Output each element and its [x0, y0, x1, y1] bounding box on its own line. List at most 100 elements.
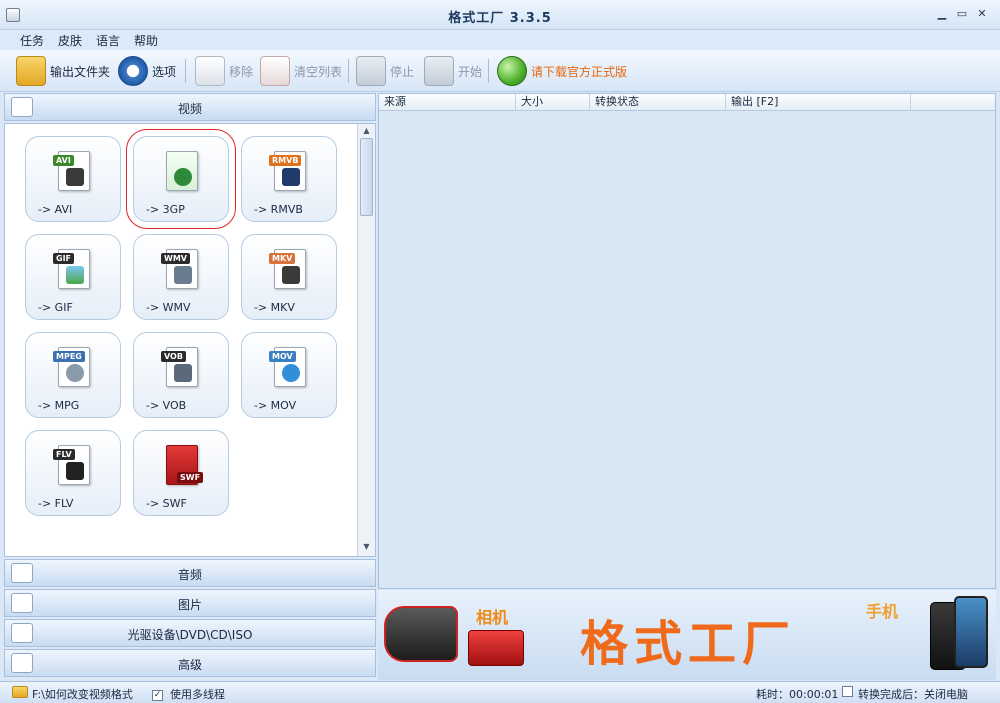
format-tile-mov[interactable]: MOV -> MOV	[241, 332, 337, 418]
category-panel: 视频 AVI -> AVI -> 3GP RMVB -> RMVB GIF ->…	[4, 93, 376, 681]
scroll-down-arrow-icon[interactable]: ▼	[359, 540, 374, 554]
task-list[interactable]: 来源 大小 转换状态 输出 [F2]	[378, 93, 996, 589]
camera-icon	[468, 630, 524, 666]
rmvb-file-icon: RMVB	[269, 151, 306, 191]
format-tile-vob[interactable]: VOB -> VOB	[133, 332, 229, 418]
category-optical[interactable]: 光驱设备\DVD\CD\ISO	[4, 619, 376, 647]
menu-help[interactable]: 帮助	[134, 32, 158, 49]
download-label: 请下载官方正式版	[531, 64, 628, 79]
format-grid: AVI -> AVI -> 3GP RMVB -> RMVB GIF -> GI…	[4, 123, 376, 557]
tile-label: -> VOB	[146, 399, 187, 412]
format-tile-mkv[interactable]: MKV -> MKV	[241, 234, 337, 320]
stop-label: 停止	[390, 64, 415, 79]
category-video[interactable]: 视频	[4, 93, 376, 121]
output-path[interactable]: F:\如何改变视频格式	[32, 686, 133, 702]
category-label: 高级	[177, 658, 202, 672]
stop-button[interactable]: 停止	[356, 55, 414, 87]
vob-file-icon: VOB	[161, 347, 198, 387]
format-tile-avi[interactable]: AVI -> AVI	[25, 136, 121, 222]
after-done-checkbox[interactable]	[842, 686, 853, 699]
column-source[interactable]: 来源	[379, 94, 516, 111]
column-size[interactable]: 大小	[516, 94, 590, 111]
format-tile-rmvb[interactable]: RMVB -> RMVB	[241, 136, 337, 222]
toolbar: 输出文件夹 选项 移除 清空列表 停止 开始 请下载官方正式版	[0, 50, 1000, 92]
category-label: 音频	[177, 568, 202, 582]
swf-file-icon: SWF	[166, 445, 204, 485]
multithread-checkbox[interactable]: ✓	[152, 686, 163, 701]
menu-task[interactable]: 任务	[20, 32, 44, 49]
menu-language[interactable]: 语言	[96, 32, 120, 49]
play-icon	[424, 56, 454, 86]
menu-skin[interactable]: 皮肤	[58, 32, 82, 49]
banner-title: 格式工厂	[580, 616, 797, 672]
status-bar: F:\如何改变视频格式 ✓ 使用多线程 耗时：00:00:01 转换完成后：关闭…	[0, 681, 1000, 703]
minimize-button[interactable]: ▁	[934, 7, 950, 21]
clear-list-label: 清空列表	[294, 64, 343, 79]
folder-icon	[16, 56, 46, 86]
phone-label: 手机	[866, 602, 899, 621]
scroll-up-arrow-icon[interactable]: ▲	[359, 124, 374, 138]
output-folder-label: 输出文件夹	[50, 64, 111, 79]
remove-button[interactable]: 移除	[195, 55, 253, 87]
tile-label: -> FLV	[38, 497, 74, 510]
maximize-button[interactable]: ▭	[954, 7, 970, 21]
gear-icon	[118, 56, 148, 86]
gif-file-icon: GIF	[53, 249, 90, 289]
window-title: 格式工厂 3.3.5	[448, 11, 552, 26]
wmv-file-icon: WMV	[161, 249, 198, 289]
tile-label: -> WMV	[146, 301, 191, 314]
category-advanced[interactable]: 高级	[4, 649, 376, 677]
remove-icon	[195, 56, 225, 86]
options-label: 选项	[152, 64, 177, 79]
category-label: 视频	[177, 102, 202, 116]
tile-label: -> 3GP	[146, 203, 185, 216]
flv-file-icon: FLV	[53, 445, 90, 485]
elapsed-time: 耗时：00:00:01	[756, 688, 839, 701]
title-bar: 格式工厂 3.3.5 ▁ ▭ ✕	[0, 0, 1000, 30]
category-audio[interactable]: 音频	[4, 559, 376, 587]
category-label: 光驱设备\DVD\CD\ISO	[127, 628, 253, 642]
clear-icon	[260, 56, 290, 86]
format-tile-gif[interactable]: GIF -> GIF	[25, 234, 121, 320]
toolbar-divider	[185, 59, 186, 83]
3gp-file-icon	[166, 151, 198, 191]
tile-label: -> MKV	[254, 301, 295, 314]
output-folder-button[interactable]: 输出文件夹	[16, 55, 110, 87]
globe-icon	[497, 56, 527, 86]
checkbox-checked-icon: ✓	[152, 690, 163, 701]
avi-file-icon: AVI	[53, 151, 90, 191]
category-image[interactable]: 图片	[4, 589, 376, 617]
tile-label: -> SWF	[146, 497, 187, 510]
grid-scrollbar[interactable]: ▲ ▼	[357, 124, 375, 556]
after-done-label: 转换完成后：关闭电脑	[858, 688, 968, 701]
toolbar-divider	[348, 59, 349, 83]
format-tile-flv[interactable]: FLV -> FLV	[25, 430, 121, 516]
start-label: 开始	[458, 64, 483, 79]
options-button[interactable]: 选项	[118, 55, 176, 87]
stop-icon	[356, 56, 386, 86]
checkbox-icon	[842, 686, 853, 697]
tile-label: -> RMVB	[254, 203, 303, 216]
tile-label: -> MPG	[38, 399, 80, 412]
mpeg-file-icon: MPEG	[53, 347, 90, 387]
scroll-thumb[interactable]	[360, 138, 373, 216]
task-list-header: 来源 大小 转换状态 输出 [F2]	[379, 94, 995, 111]
column-status[interactable]: 转换状态	[590, 94, 726, 111]
clear-list-button[interactable]: 清空列表	[260, 55, 342, 87]
category-label: 图片	[177, 598, 202, 612]
format-tile-3gp[interactable]: -> 3GP	[126, 129, 236, 229]
remove-label: 移除	[229, 64, 254, 79]
format-tile-swf[interactable]: SWF -> SWF	[133, 430, 229, 516]
camera-label: 相机	[476, 608, 509, 627]
tile-label: -> MOV	[254, 399, 297, 412]
column-output[interactable]: 输出 [F2]	[726, 94, 911, 111]
camcorder-icon	[384, 606, 458, 662]
start-button[interactable]: 开始	[424, 55, 482, 87]
download-official-link[interactable]: 请下载官方正式版	[497, 55, 627, 87]
format-tile-mpg[interactable]: MPEG -> MPG	[25, 332, 121, 418]
format-tile-wmv[interactable]: WMV -> WMV	[133, 234, 229, 320]
multithread-label: 使用多线程	[170, 688, 225, 701]
close-button[interactable]: ✕	[974, 7, 990, 21]
menu-bar: 任务 皮肤 语言 帮助	[0, 30, 1000, 50]
toolbar-divider	[488, 59, 489, 83]
